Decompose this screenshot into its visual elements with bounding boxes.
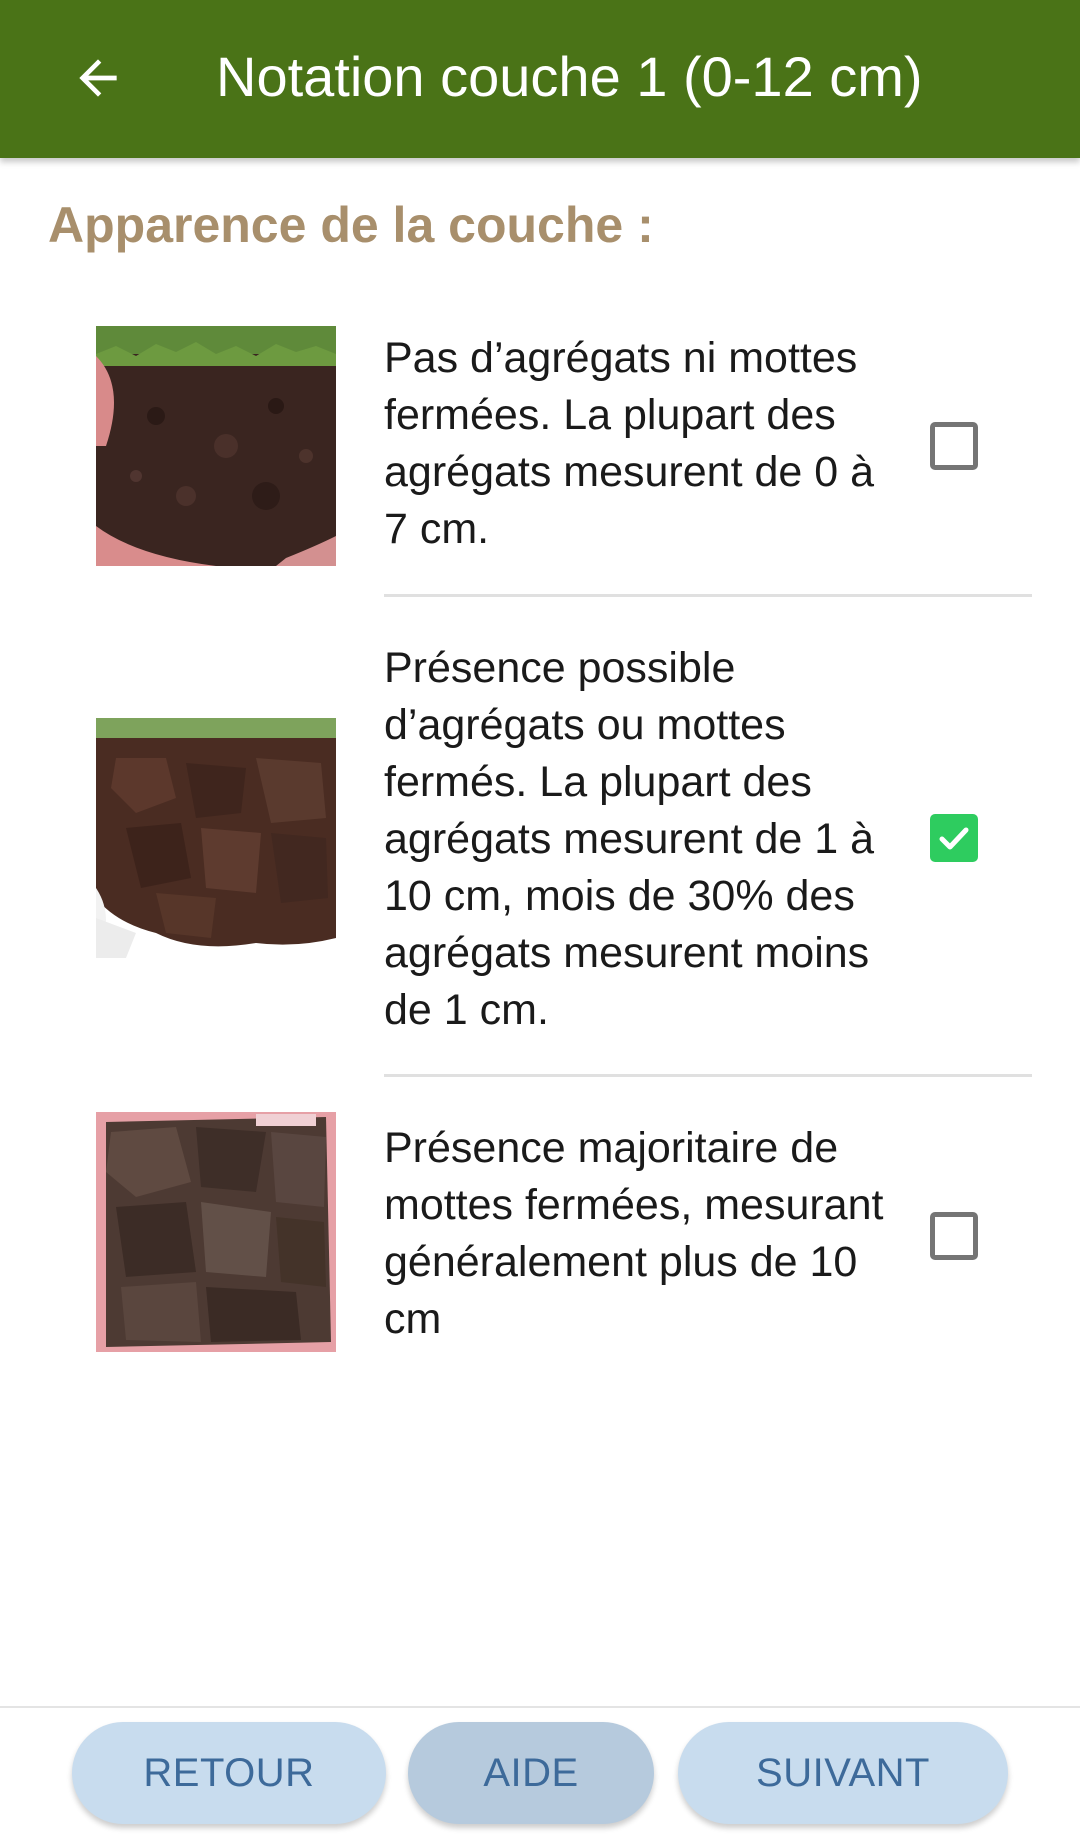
option-checkbox-3[interactable]	[930, 1212, 978, 1260]
arrow-back-icon	[70, 50, 126, 106]
divider-1	[384, 594, 1032, 597]
option-text-2: Présence possible d’agrégats ou mottes f…	[384, 644, 875, 1034]
bottom-button-bar: RETOUR AIDE SUIVANT	[0, 1706, 1080, 1840]
app-bar: Notation couche 1 (0-12 cm)	[0, 0, 1080, 158]
option-text-3: Présence majoritaire de mottes fermées, …	[384, 1124, 884, 1343]
retour-button[interactable]: RETOUR	[72, 1722, 386, 1824]
back-button[interactable]	[62, 42, 134, 114]
app-screen: Notation couche 1 (0-12 cm) Apparence de…	[0, 0, 1080, 1840]
section-title: Apparence de la couche :	[48, 197, 654, 253]
option-checkbox-2[interactable]	[930, 814, 978, 862]
soil-photo-2	[96, 718, 336, 958]
option-text-1: Pas d’agrégats ni mottes fermées. La plu…	[384, 334, 875, 553]
aide-button[interactable]: AIDE	[408, 1722, 654, 1824]
option-checkbox-1[interactable]	[930, 422, 978, 470]
suivant-button[interactable]: SUIVANT	[678, 1722, 1008, 1824]
soil-photo-3	[96, 1112, 336, 1352]
soil-photo-1	[96, 326, 336, 566]
divider-2	[384, 1074, 1032, 1077]
page-title: Notation couche 1 (0-12 cm)	[216, 45, 923, 108]
checkmark-icon	[939, 827, 969, 850]
